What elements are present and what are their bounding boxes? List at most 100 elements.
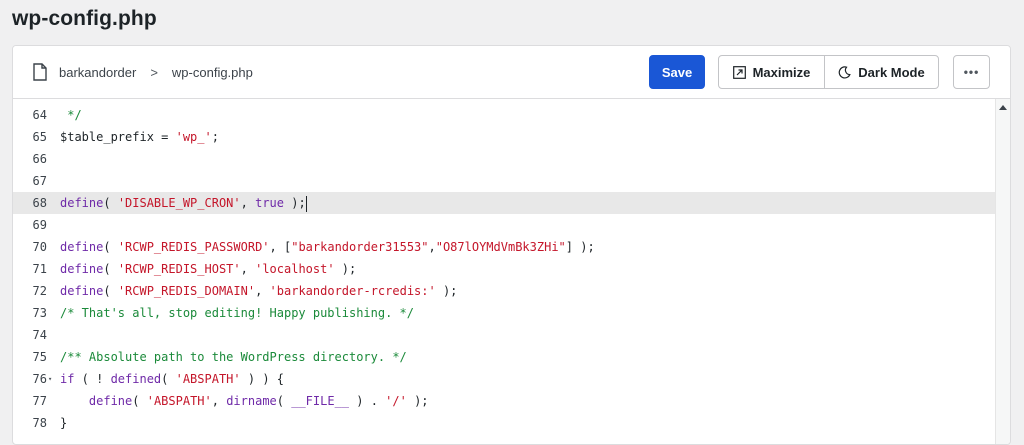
code-text: /** Absolute path to the WordPress direc…	[60, 346, 407, 368]
line-number: 75	[32, 350, 47, 364]
code-token: (	[161, 372, 176, 386]
code-token: define	[60, 262, 104, 276]
breadcrumb: barkandorder > wp-config.php	[33, 63, 253, 81]
code-token: (	[103, 262, 118, 276]
dark-mode-label: Dark Mode	[858, 64, 925, 80]
code-token: define	[60, 240, 104, 254]
code-token: "barkandorder31553"	[291, 240, 429, 254]
code-line[interactable]: 71 define( 'RCWP_REDIS_HOST', 'localhost'…	[13, 258, 996, 280]
code-text: }	[60, 412, 67, 434]
line-number: 73	[32, 306, 47, 320]
more-options-button[interactable]: •••	[953, 55, 990, 89]
code-token: ,	[240, 196, 256, 210]
line-number: 65	[32, 130, 47, 144]
code-token: 'localhost'	[255, 262, 335, 276]
dark-mode-button[interactable]: Dark Mode	[825, 56, 938, 88]
code-token: define	[60, 284, 104, 298]
code-line[interactable]: 66	[13, 148, 996, 170]
code-token: (	[103, 284, 118, 298]
code-token: ) .	[349, 394, 386, 408]
code-line[interactable]: 74	[13, 324, 996, 346]
line-number: 69	[32, 218, 47, 232]
code-text: define( 'DISABLE_WP_CRON', true );	[60, 192, 307, 214]
line-number: 74	[32, 328, 47, 342]
code-token: '/'	[385, 394, 407, 408]
code-token: */	[60, 108, 82, 122]
line-number: 66	[32, 152, 47, 166]
code-line[interactable]: 67	[13, 170, 996, 192]
file-icon	[33, 63, 47, 81]
code-token: 'ABSPATH'	[146, 394, 212, 408]
code-line[interactable]: 72 define( 'RCWP_REDIS_DOMAIN', 'barkando…	[13, 280, 996, 302]
editor-toolbar: barkandorder > wp-config.php Save Maximi…	[13, 46, 1010, 99]
code-line[interactable]: 77 define( 'ABSPATH', dirname( __FILE__ …	[13, 390, 996, 412]
breadcrumb-root[interactable]: barkandorder	[59, 65, 136, 80]
text-cursor	[305, 195, 307, 212]
code-token: ,	[255, 284, 270, 298]
code-token: }	[60, 416, 68, 430]
code-line[interactable]: 73 /* That's all, stop editing! Happy pub…	[13, 302, 996, 324]
code-line[interactable]: 75 /** Absolute path to the WordPress dir…	[13, 346, 996, 368]
code-token: (	[103, 196, 118, 210]
code-token: /** Absolute path to the WordPress direc…	[60, 350, 407, 364]
code-token: );	[284, 196, 306, 210]
code-token: (	[103, 240, 118, 254]
breadcrumb-file: wp-config.php	[171, 64, 253, 80]
code-line[interactable]: 78}	[13, 412, 996, 434]
line-number: 64	[32, 108, 47, 122]
code-line[interactable]: 64 */	[13, 104, 996, 126]
code-text: define( 'RCWP_REDIS_DOMAIN', 'barkandord…	[60, 280, 457, 302]
vertical-scrollbar[interactable]	[995, 99, 1010, 444]
code-line[interactable]: 70 define( 'RCWP_REDIS_PASSWORD', ["barka…	[13, 236, 996, 258]
code-token: ,	[428, 240, 436, 254]
maximize-label: Maximize	[752, 64, 811, 80]
line-number: 77	[32, 394, 47, 408]
code-token: ;	[211, 130, 219, 144]
code-token: ,	[211, 394, 227, 408]
code-token: ] );	[565, 240, 595, 254]
code-token: /* That's all, stop editing! Happy publi…	[60, 306, 415, 320]
code-token: if	[60, 372, 75, 386]
code-token: (	[276, 394, 292, 408]
view-button-group: Maximize Dark Mode	[718, 55, 939, 89]
code-token: 'RCWP_REDIS_HOST'	[117, 262, 241, 276]
scroll-up-arrow-icon[interactable]	[999, 105, 1007, 110]
fold-arrow-icon[interactable]: ▾	[48, 368, 52, 390]
code-line[interactable]: 69	[13, 214, 996, 236]
line-number: 67	[32, 174, 47, 188]
code-line[interactable]: 68 define( 'DISABLE_WP_CRON', true );	[13, 192, 996, 214]
maximize-button[interactable]: Maximize	[719, 56, 825, 88]
page-title: wp-config.php	[12, 7, 157, 30]
code-token: $table_prefix	[60, 130, 154, 144]
code-token: true	[255, 196, 284, 210]
save-button[interactable]: Save	[649, 55, 705, 89]
code-token: );	[406, 394, 429, 408]
line-number: 72	[32, 284, 47, 298]
code-text: define( 'RCWP_REDIS_PASSWORD', ["barkand…	[60, 236, 595, 258]
code-text: define( 'RCWP_REDIS_HOST', 'localhost' )…	[60, 258, 356, 280]
code-token: 'RCWP_REDIS_DOMAIN'	[117, 284, 256, 298]
code-line[interactable]: 76 ▾ if ( ! defined( 'ABSPATH' ) ) {	[13, 368, 996, 390]
breadcrumb-separator: >	[150, 64, 158, 80]
code-token: define	[60, 196, 104, 210]
code-line[interactable]: 65 $table_prefix = 'wp_';	[13, 126, 996, 148]
code-token: defined	[110, 372, 162, 386]
line-number: 78	[32, 416, 47, 430]
code-token: 'ABSPATH'	[175, 372, 241, 386]
code-text: */	[60, 104, 82, 126]
code-text: if ( ! defined( 'ABSPATH' ) ) {	[60, 368, 284, 390]
code-text: $table_prefix = 'wp_';	[60, 126, 219, 148]
code-token: );	[435, 284, 458, 298]
code-token: (	[132, 394, 147, 408]
code-token: __FILE__	[291, 394, 350, 408]
code-text: define( 'ABSPATH', dirname( __FILE__ ) .…	[60, 390, 429, 412]
code-token: "O87lOYMdVmBk3ZHi"	[435, 240, 566, 254]
code-token: ,	[240, 262, 256, 276]
line-number: 70	[32, 240, 47, 254]
code-token: dirname	[226, 394, 277, 408]
code-token: define	[88, 394, 133, 408]
code-editor[interactable]: 64 */ 65 $table_prefix = 'wp_'; 66 67 68 defin…	[13, 99, 996, 444]
code-token: );	[334, 262, 357, 276]
line-number: 71	[32, 262, 47, 276]
code-token: ( !	[74, 372, 111, 386]
